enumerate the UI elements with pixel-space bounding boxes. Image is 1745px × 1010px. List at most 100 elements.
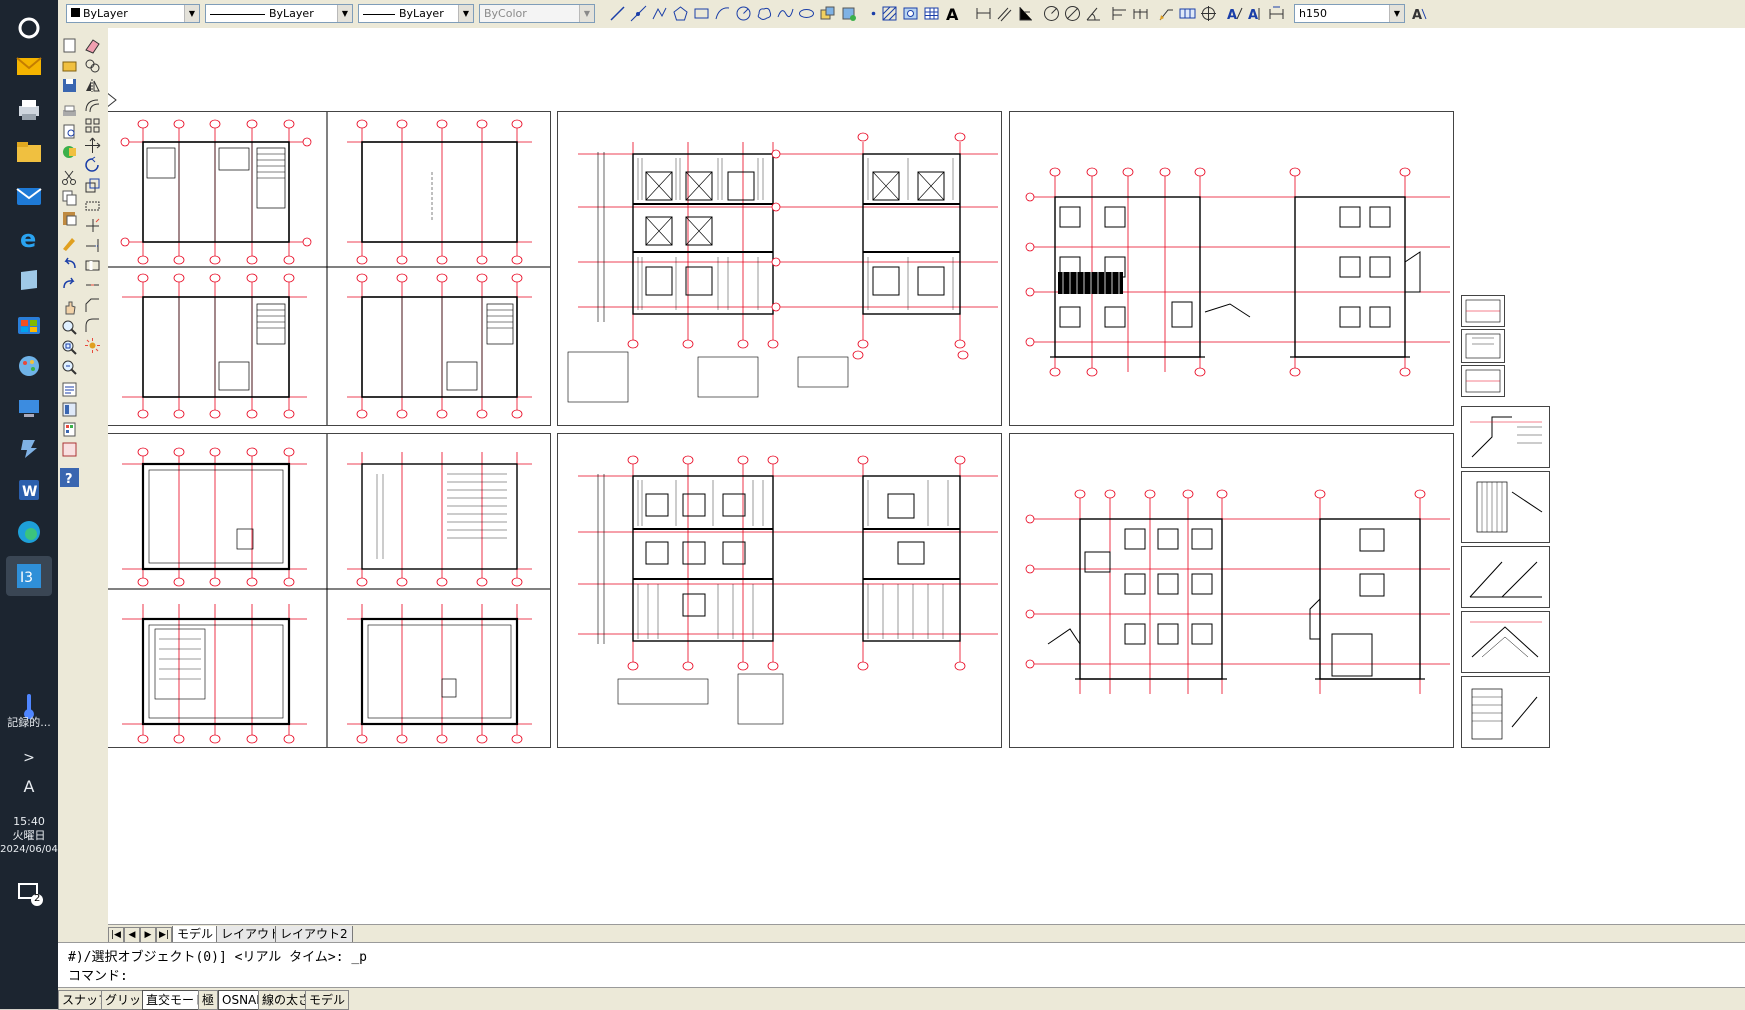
previous-tab-icon[interactable]: ◀ <box>124 927 140 943</box>
polygon-tool-icon[interactable] <box>671 4 690 23</box>
ellipse-tool-icon[interactable] <box>797 4 816 23</box>
extend-icon[interactable] <box>83 236 102 255</box>
detail-sheet-7[interactable] <box>1461 611 1550 673</box>
edge-icon[interactable] <box>13 516 45 548</box>
outlook-icon[interactable] <box>13 180 45 212</box>
next-tab-icon[interactable]: ▶ <box>140 927 156 943</box>
make-block-icon[interactable] <box>839 4 858 23</box>
chevron-right-icon[interactable]: > <box>0 751 58 765</box>
paint-app-icon[interactable] <box>13 350 45 382</box>
ime-indicator[interactable]: A <box>0 779 58 795</box>
detail-sheet-1[interactable] <box>1461 295 1505 327</box>
continue-dimension-icon[interactable] <box>1131 4 1150 23</box>
insert-block-icon[interactable] <box>818 4 837 23</box>
drawing-canvas[interactable]: ‹ <box>108 28 1745 940</box>
framing-drawing-sheet-bottom[interactable] <box>557 433 1002 748</box>
word-icon[interactable]: W <box>13 474 45 506</box>
move-icon[interactable] <box>83 136 102 155</box>
center-mark-icon[interactable] <box>1199 4 1218 23</box>
chamfer-icon[interactable] <box>83 296 102 315</box>
scale-icon[interactable] <box>83 176 102 195</box>
break-icon[interactable] <box>83 256 102 275</box>
text-style-manager-icon[interactable]: A <box>1409 4 1428 23</box>
new-file-icon[interactable] <box>60 36 79 55</box>
dimension-text-edit-icon[interactable]: A <box>1246 4 1265 23</box>
elevation-drawing-sheet-top[interactable] <box>1009 111 1454 426</box>
help-icon[interactable]: ? <box>60 468 79 487</box>
design-center-icon[interactable] <box>60 400 79 419</box>
save-icon[interactable] <box>60 76 79 95</box>
hatch-tool-icon[interactable] <box>880 4 899 23</box>
pan-icon[interactable] <box>60 298 79 317</box>
formwork-drawing-sheet-bottom-left[interactable] <box>108 433 551 748</box>
aligned-dimension-icon[interactable] <box>995 4 1014 23</box>
lineweight-dropdown[interactable]: ByLayer ▼ <box>358 4 474 23</box>
match-properties-icon[interactable] <box>60 233 79 252</box>
redo-icon[interactable] <box>60 274 79 293</box>
tolerance-tool-icon[interactable] <box>1178 4 1197 23</box>
copy-object-icon[interactable] <box>83 56 102 75</box>
detail-sheet-2[interactable] <box>1461 329 1505 363</box>
file-explorer-icon[interactable] <box>13 136 45 168</box>
ordinate-dimension-icon[interactable] <box>1016 4 1035 23</box>
detail-sheet-5[interactable] <box>1461 471 1550 543</box>
mtext-tool-icon[interactable]: A <box>943 4 962 24</box>
tool-palettes-icon[interactable] <box>60 420 79 439</box>
note-app-icon[interactable] <box>13 264 45 296</box>
model-space-toggle[interactable]: モデル <box>305 990 350 1010</box>
copy-icon[interactable] <box>60 188 79 207</box>
linear-dimension-icon[interactable] <box>974 4 993 23</box>
polyline-tool-icon[interactable] <box>650 4 669 23</box>
command-prompt[interactable]: コマンド: <box>68 965 128 984</box>
table-tool-icon[interactable] <box>922 4 941 23</box>
stretch-icon[interactable] <box>83 196 102 215</box>
baseline-dimension-icon[interactable] <box>1110 4 1129 23</box>
print-preview-icon[interactable] <box>60 122 79 141</box>
spline-tool-icon[interactable] <box>776 4 795 23</box>
sheet-set-icon[interactable] <box>60 440 79 459</box>
detail-sheet-4[interactable] <box>1461 406 1550 468</box>
properties-icon[interactable] <box>60 380 79 399</box>
cad-app-icon[interactable]: I3 <box>6 556 52 596</box>
internet-explorer-icon[interactable]: e <box>13 222 45 254</box>
detail-sheet-6[interactable] <box>1461 546 1550 608</box>
arc-tool-icon[interactable] <box>713 4 732 23</box>
text-style-dropdown[interactable]: h150 ▼ <box>1294 4 1405 23</box>
dimension-edit-icon[interactable]: A <box>1225 4 1244 23</box>
weather-label[interactable]: 記録的... <box>0 716 58 729</box>
polar-toggle[interactable]: 極 <box>198 990 219 1010</box>
printer-app-icon[interactable] <box>13 94 45 126</box>
leader-tool-icon[interactable] <box>1157 4 1176 23</box>
linetype-dropdown[interactable]: ByLayer ▼ <box>205 4 353 23</box>
tab-layout2[interactable]: レイアウト2 <box>275 926 353 943</box>
print-icon[interactable] <box>60 102 79 121</box>
command-line-window[interactable]: #)/選択オブジェクト(0)] <リアル タイム>: _p コマンド: <box>58 942 1745 988</box>
framing-drawing-sheet-top[interactable] <box>557 111 1002 426</box>
erase-icon[interactable] <box>83 36 102 55</box>
start-icon[interactable] <box>13 12 45 44</box>
diameter-dimension-icon[interactable] <box>1063 4 1082 23</box>
tab-model[interactable]: モデル <box>172 926 219 943</box>
last-tab-icon[interactable]: ▶| <box>156 927 172 943</box>
app-icon[interactable] <box>13 432 45 464</box>
zoom-realtime-icon[interactable] <box>60 318 79 337</box>
region-tool-icon[interactable] <box>901 4 920 23</box>
layer-dropdown[interactable]: ByLayer ▼ <box>66 4 200 23</box>
fillet-icon[interactable] <box>83 316 102 335</box>
dimension-update-icon[interactable] <box>1267 4 1286 23</box>
plan-drawing-sheet-top-left[interactable] <box>108 111 551 426</box>
radius-dimension-icon[interactable] <box>1042 4 1061 23</box>
zoom-window-icon[interactable] <box>60 338 79 357</box>
revcloud-tool-icon[interactable] <box>755 4 774 23</box>
rectangle-tool-icon[interactable] <box>692 4 711 23</box>
open-file-icon[interactable] <box>60 56 79 75</box>
first-tab-icon[interactable]: |◀ <box>108 927 124 943</box>
remote-desktop-icon[interactable] <box>13 392 45 424</box>
paste-icon[interactable] <box>60 208 79 227</box>
explode-icon[interactable] <box>83 336 102 355</box>
join-icon[interactable] <box>83 276 102 295</box>
detail-sheet-3[interactable] <box>1461 365 1505 397</box>
detail-sheet-8[interactable] <box>1461 676 1550 748</box>
circle-tool-icon[interactable] <box>734 4 753 23</box>
elevation-drawing-sheet-bottom[interactable] <box>1009 433 1454 748</box>
